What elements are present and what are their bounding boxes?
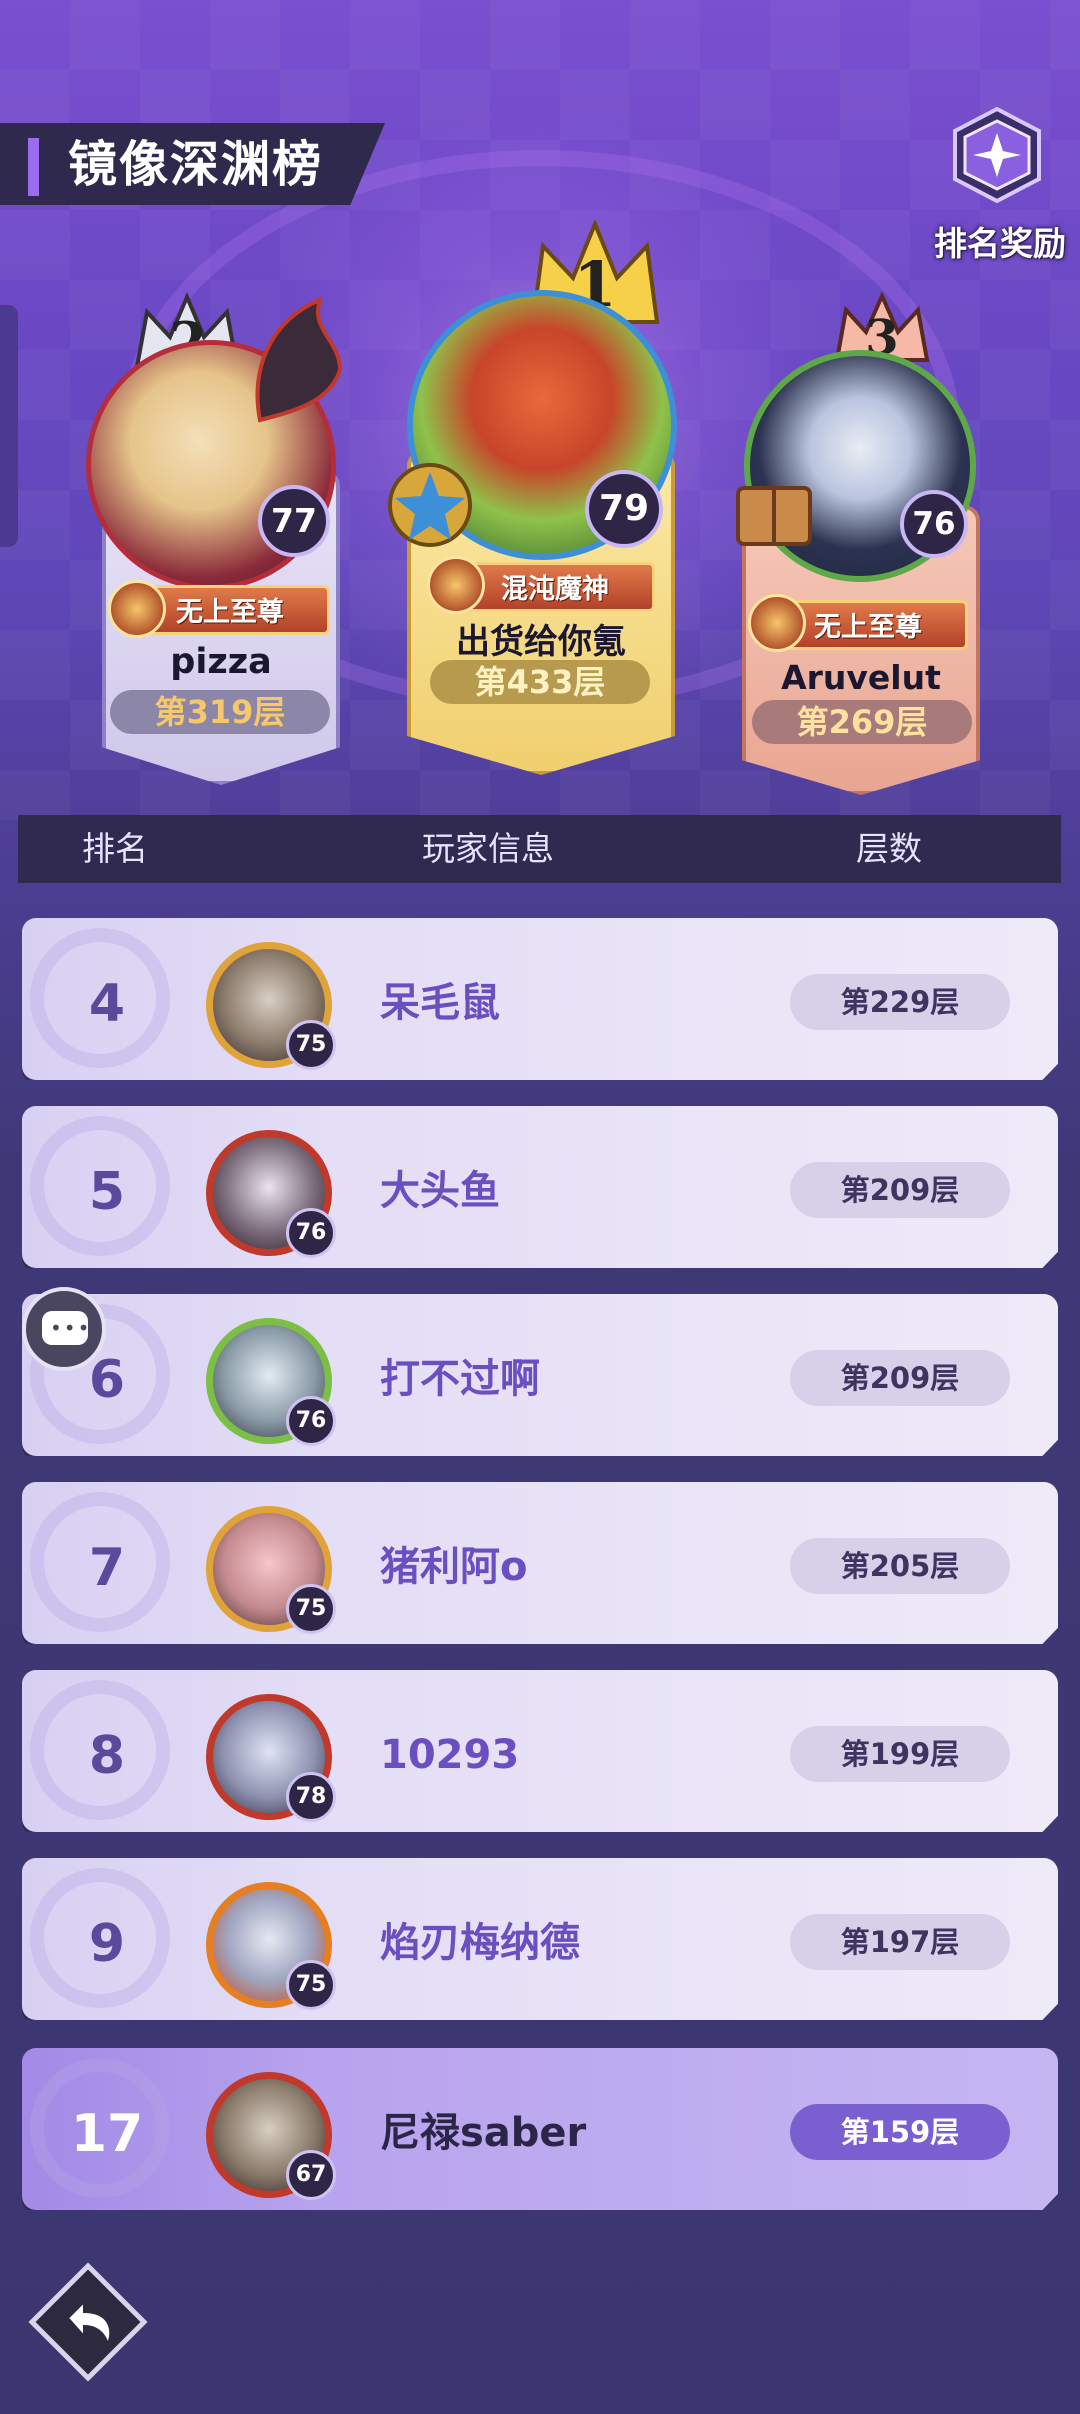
title-emblem-icon (108, 580, 166, 638)
player-name: 出货给你氪 (456, 622, 626, 662)
reward-trophy-icon (953, 106, 1041, 204)
podium-rank-1[interactable]: 1 79 混沌魔神 出货给你氪 第433层 (385, 220, 695, 780)
player-level-badge: 76 (286, 1208, 336, 1258)
ranking-row[interactable]: 5 76 大头鱼 第209层 (22, 1106, 1058, 1268)
floor-count: 第433层 (430, 660, 650, 704)
title-accent-bar (28, 138, 39, 196)
ranking-row[interactable]: 8 78 10293 第199层 (22, 1670, 1058, 1832)
player-level-badge: 75 (286, 1020, 336, 1070)
star-emblem-icon (388, 463, 472, 547)
rank-number: 8 (88, 1726, 126, 1786)
podium-rank-3[interactable]: 3 76 无上至尊 Aruvelut 第269层 (720, 280, 1010, 800)
player-level-badge: 79 (585, 470, 663, 548)
dragon-frame-icon (255, 296, 343, 423)
player-title-ribbon: 混沌魔神 (455, 562, 655, 612)
ranking-row[interactable]: 7 75 猪利阿o 第205层 (22, 1482, 1058, 1644)
player-level-badge: 78 (286, 1772, 336, 1822)
floor-count: 第197层 (790, 1914, 1010, 1970)
ranking-reward-button[interactable]: 排名奖励 (925, 105, 1075, 265)
ranking-row[interactable]: 6 76 打不过啊 第209层 (22, 1294, 1058, 1456)
player-avatar: 76 (194, 1118, 344, 1268)
header-rank: 排名 (82, 829, 148, 868)
player-name: 焰刃梅纳德 (380, 1920, 580, 1966)
floor-count: 第229层 (790, 974, 1010, 1030)
rank-number: 7 (88, 1538, 126, 1598)
player-avatar: 75 (194, 930, 344, 1080)
rank-number: 4 (88, 974, 126, 1034)
floor-count: 第209层 (790, 1350, 1010, 1406)
player-name: 尼禄saber (380, 2110, 587, 2156)
ranking-row[interactable]: 4 75 呆毛鼠 第229层 (22, 918, 1058, 1080)
player-level-badge: 75 (286, 1960, 336, 2010)
player-name: 10293 (380, 1732, 520, 1778)
floor-count: 第159层 (790, 2104, 1010, 2160)
player-avatar: 75 (194, 1494, 344, 1644)
player-name: 呆毛鼠 (380, 980, 500, 1026)
floor-count: 第209层 (790, 1162, 1010, 1218)
ranking-row-self[interactable]: 17 67 尼禄saber 第159层 (22, 2048, 1058, 2210)
rank-number: 5 (88, 1162, 126, 1222)
player-level-badge: 76 (286, 1396, 336, 1446)
ranking-reward-label: 排名奖励 (934, 224, 1066, 263)
header-floor: 层数 (856, 829, 922, 868)
player-level-badge: 75 (286, 1584, 336, 1634)
player-level-badge: 67 (286, 2150, 336, 2200)
ranking-row[interactable]: 9 75 焰刃梅纳德 第197层 (22, 1858, 1058, 2020)
player-level-badge: 76 (900, 490, 968, 558)
player-avatar: 76 (194, 1306, 344, 1456)
floor-count: 第205层 (790, 1538, 1010, 1594)
chat-dots-icon: ••• (50, 1316, 92, 1340)
player-name: 猪利阿o (380, 1544, 528, 1590)
player-avatar: 78 (194, 1682, 344, 1832)
page-title: 镜像深渊榜 (68, 136, 324, 193)
floor-count: 第269层 (752, 700, 972, 744)
book-icon (736, 486, 812, 546)
player-name: 打不过啊 (380, 1356, 540, 1402)
back-button[interactable] (28, 2262, 148, 2382)
player-avatar: 75 (194, 1870, 344, 2020)
player-name: Aruvelut (781, 658, 941, 697)
header-player-info: 玩家信息 (422, 829, 554, 868)
player-name: pizza (170, 642, 272, 682)
rank-number: 9 (88, 1914, 126, 1974)
floor-count: 第199层 (790, 1726, 1010, 1782)
chat-button[interactable]: ••• (22, 1287, 106, 1371)
rank-number: 17 (70, 2104, 144, 2164)
player-level-badge: 77 (258, 485, 330, 557)
ranking-table-header: 排名 玩家信息 层数 (18, 815, 1061, 883)
title-emblem-icon (427, 556, 485, 614)
player-name: 大头鱼 (380, 1168, 500, 1214)
side-drawer-handle[interactable] (0, 305, 18, 547)
podium-rank-2[interactable]: 2 77 无上至尊 pizza 第319层 (70, 270, 360, 790)
player-avatar: 67 (194, 2060, 344, 2210)
floor-count: 第319层 (110, 690, 330, 734)
title-emblem-icon (748, 594, 806, 652)
